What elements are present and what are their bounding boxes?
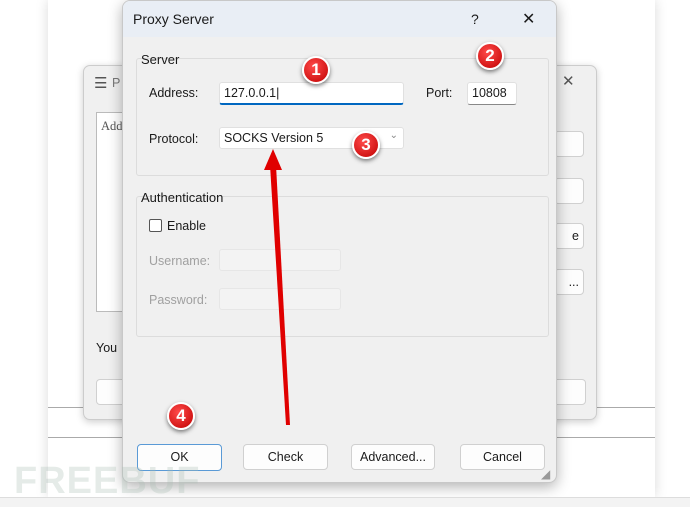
step-badge-1: 1 (302, 56, 330, 84)
arrow-shaft (270, 165, 290, 425)
bottom-bar (0, 497, 690, 507)
arrow-head (264, 149, 282, 170)
step-badge-4: 4 (167, 402, 195, 430)
step-badge-2: 2 (476, 42, 504, 70)
step-badge-3: 3 (352, 131, 380, 159)
annotation-arrow (264, 149, 290, 425)
